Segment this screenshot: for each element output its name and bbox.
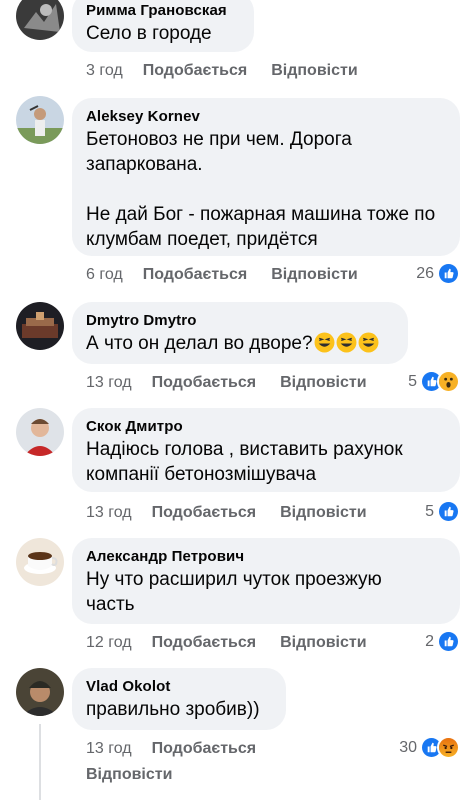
- avatar[interactable]: [16, 302, 64, 350]
- like-reaction-icon: [437, 500, 460, 523]
- comment-bubble: Aleksey Kornev Бетоновоз не при чем. Дор…: [72, 98, 460, 256]
- comment-meta: 13 год Подобається Відповісти: [86, 504, 367, 522]
- reaction-summary[interactable]: 5: [425, 500, 460, 523]
- laughing-emoji-icon: [358, 332, 379, 353]
- comment-meta: 13 год Подобається: [86, 740, 280, 758]
- comment-bubble: Vlad Okolot правильно зробив)): [72, 668, 286, 730]
- avatar[interactable]: [16, 0, 64, 40]
- reaction-summary[interactable]: 26: [416, 262, 460, 285]
- reaction-count: 30: [399, 738, 417, 756]
- comment-time[interactable]: 13 год: [86, 740, 132, 758]
- comment-author[interactable]: Dmytro Dmytro: [86, 311, 394, 331]
- comment-author[interactable]: Скок Дмитро: [86, 417, 446, 437]
- avatar[interactable]: [16, 408, 64, 456]
- comment-time[interactable]: 12 год: [86, 634, 132, 652]
- reply-button[interactable]: Відповісти: [280, 504, 366, 522]
- comment-meta-reply: Відповісти: [86, 766, 172, 784]
- reaction-summary[interactable]: 30: [399, 736, 460, 759]
- comment-time[interactable]: 13 год: [86, 504, 132, 522]
- comment-text-content: А что он делал во дворе?: [86, 333, 313, 354]
- like-button[interactable]: Подобається: [143, 62, 248, 80]
- comment-author[interactable]: Александр Петрович: [86, 547, 446, 567]
- reaction-count: 5: [425, 502, 434, 520]
- comment-author[interactable]: Aleksey Kornev: [86, 107, 446, 127]
- reaction-count: 2: [425, 632, 434, 650]
- like-reaction-icon: [437, 630, 460, 653]
- like-button[interactable]: Подобається: [152, 374, 257, 392]
- reply-button[interactable]: Відповісти: [86, 766, 172, 784]
- wow-reaction-icon: [437, 370, 460, 393]
- reaction-summary[interactable]: 2: [425, 630, 460, 653]
- reply-button[interactable]: Відповісти: [271, 62, 357, 80]
- reply-button[interactable]: Відповісти: [280, 374, 366, 392]
- comment-text: Бетоновоз не при чем. Дорога запаркована…: [86, 129, 436, 250]
- comment-text: А что он делал во дворе?: [86, 331, 394, 356]
- reply-button[interactable]: Відповісти: [271, 266, 357, 284]
- comment-text: Ну что расширил чуток проезжую часть: [86, 569, 382, 615]
- laughing-emoji-icon: [314, 332, 335, 353]
- like-button[interactable]: Подобається: [152, 740, 257, 758]
- comment-text: Село в городе: [86, 23, 212, 44]
- comment-meta: 3 год Подобається Відповісти: [86, 62, 358, 80]
- reaction-summary[interactable]: 5: [408, 370, 460, 393]
- comment-meta: 6 год Подобається Відповісти: [86, 266, 358, 284]
- comment-bubble: Скок Дмитро Надіюсь голова , виставить р…: [72, 408, 460, 492]
- avatar[interactable]: [16, 96, 64, 144]
- comment-text: правильно зробив)): [86, 699, 260, 720]
- comment-bubble: Александр Петрович Ну что расширил чуток…: [72, 538, 460, 624]
- comment-bubble: Римма Грановская Село в городе: [72, 0, 254, 52]
- comment-time[interactable]: 13 год: [86, 374, 132, 392]
- reaction-count: 26: [416, 264, 434, 282]
- like-reaction-icon: [437, 262, 460, 285]
- angry-reaction-icon: [437, 736, 460, 759]
- comment-time[interactable]: 6 год: [86, 266, 123, 284]
- reply-thread-line: [39, 724, 41, 800]
- comment-text: Надіюсь голова , виставить рахунок компа…: [86, 439, 403, 485]
- reaction-count: 5: [408, 372, 417, 390]
- reply-button[interactable]: Відповісти: [280, 634, 366, 652]
- like-button[interactable]: Подобається: [152, 634, 257, 652]
- comment-meta: 12 год Подобається Відповісти: [86, 634, 367, 652]
- comment-author[interactable]: Vlad Okolot: [86, 677, 272, 697]
- like-button[interactable]: Подобається: [152, 504, 257, 522]
- laughing-emoji-icon: [336, 332, 357, 353]
- comment-time[interactable]: 3 год: [86, 62, 123, 80]
- avatar[interactable]: [16, 668, 64, 716]
- avatar[interactable]: [16, 538, 64, 586]
- like-button[interactable]: Подобається: [143, 266, 248, 284]
- comment-meta: 13 год Подобається Відповісти: [86, 374, 367, 392]
- comment-author[interactable]: Римма Грановская: [86, 1, 240, 21]
- comment-bubble: Dmytro Dmytro А что он делал во дворе?: [72, 302, 408, 364]
